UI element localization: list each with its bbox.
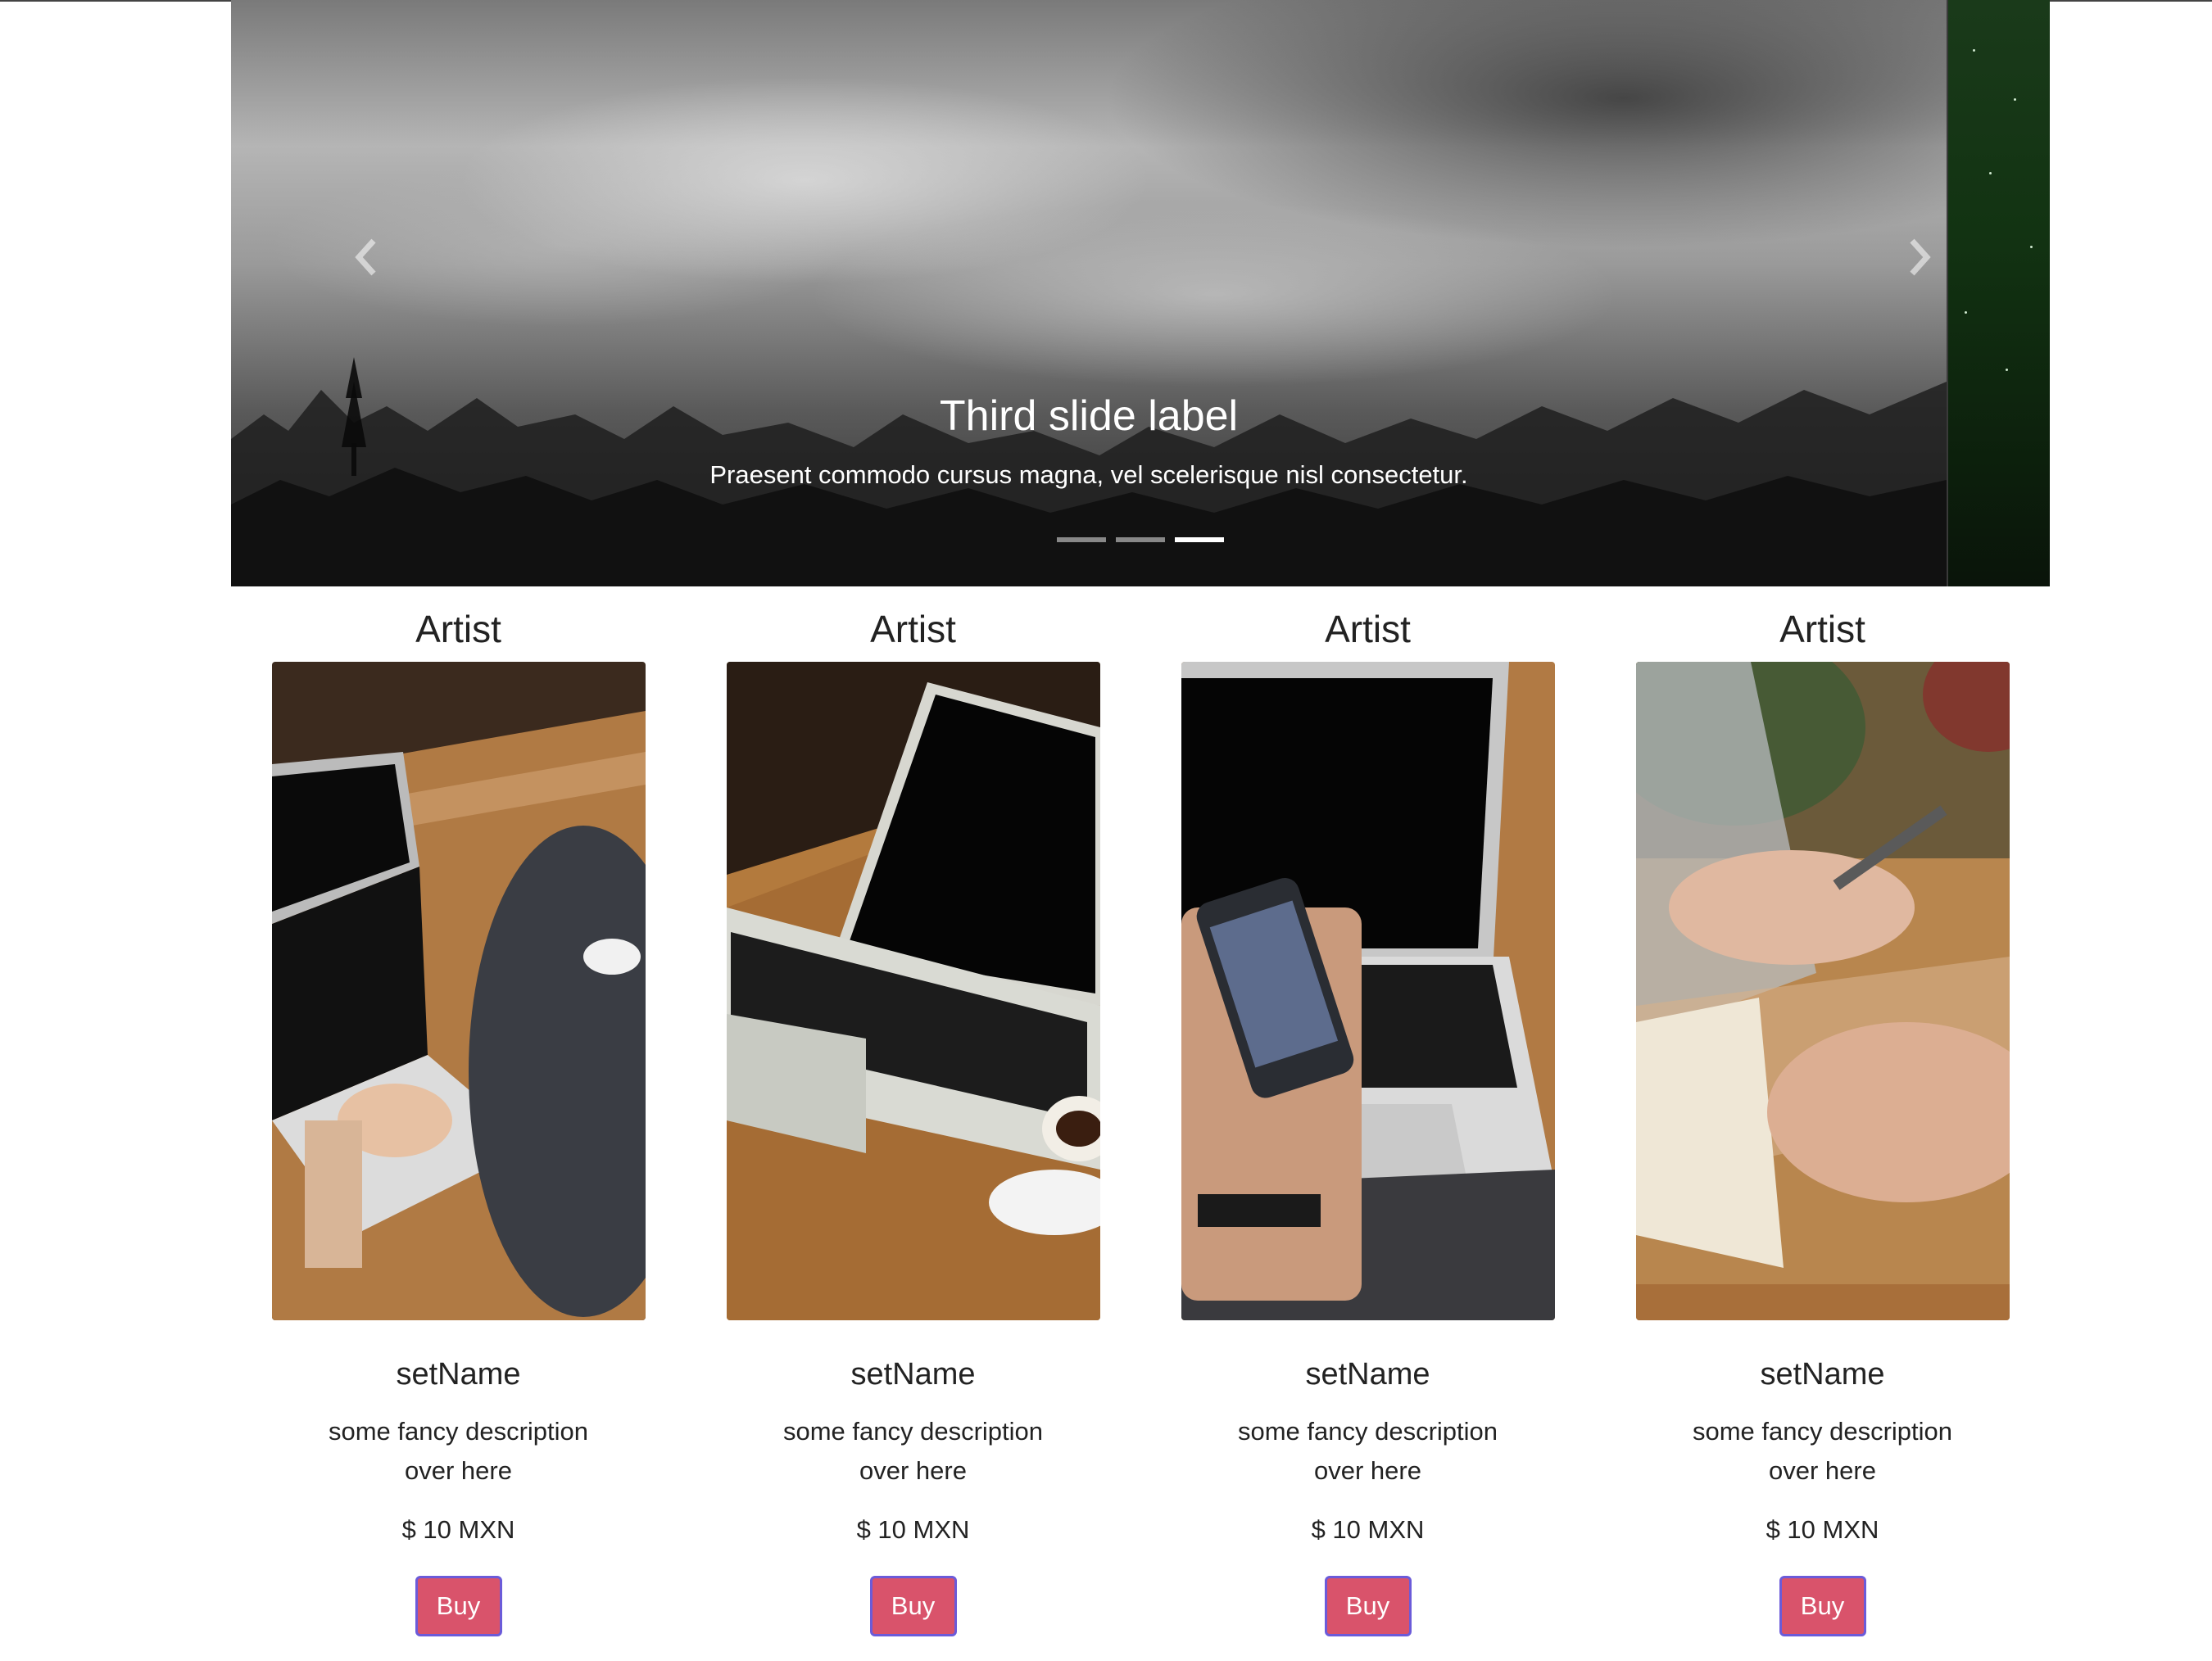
carousel-caption: Third slide label Praesent commodo cursu… (231, 387, 1947, 493)
carousel-slide-active (231, 0, 1947, 586)
hero-carousel[interactable]: Third slide label Praesent commodo cursu… (231, 0, 2050, 586)
product-card: Artist setName some fancy description ov… (1595, 586, 2050, 1636)
product-photo (1635, 662, 2010, 1320)
set-name: setName (1305, 1357, 1430, 1392)
artist-name: Artist (415, 608, 501, 650)
carousel-indicators (1057, 537, 1224, 542)
buy-button[interactable]: Buy (415, 1576, 502, 1636)
carousel-next-slide-peek (1947, 0, 2050, 586)
carousel-indicator-3[interactable] (1175, 537, 1224, 542)
product-description: some fancy description over here (328, 1417, 589, 1485)
product-card: Artist setName some fancy description ov… (1140, 586, 1595, 1636)
set-name: setName (396, 1357, 521, 1392)
carousel-indicator-1[interactable] (1057, 537, 1106, 542)
carousel-caption-text: Praesent commodo cursus magna, vel scele… (709, 460, 1468, 489)
product-card: Artist setName some fancy description ov… (686, 586, 1140, 1636)
product-price: $ 10 MXN (1311, 1515, 1425, 1544)
product-photo (271, 662, 646, 1320)
artist-name: Artist (1779, 608, 1865, 650)
product-description: some fancy description over here (782, 1417, 1044, 1485)
chevron-left-icon (351, 238, 383, 280)
artist-name: Artist (870, 608, 956, 650)
product-price: $ 10 MXN (401, 1515, 515, 1544)
carousel-indicator-2[interactable] (1116, 537, 1165, 542)
product-card: Artist setName some fancy description ov… (231, 586, 686, 1636)
buy-button[interactable]: Buy (869, 1576, 957, 1636)
chevron-right-icon (1902, 238, 1935, 280)
buy-button[interactable]: Buy (1324, 1576, 1412, 1636)
buy-button[interactable]: Buy (1779, 1576, 1866, 1636)
product-photo (726, 662, 1100, 1320)
set-name: setName (1760, 1357, 1885, 1392)
product-price: $ 10 MXN (856, 1515, 970, 1544)
product-grid: Artist setName some fancy description ov… (231, 586, 2050, 1661)
artist-name: Artist (1325, 608, 1411, 650)
carousel-prev-button[interactable] (351, 238, 383, 277)
carousel-caption-title: Third slide label (939, 392, 1239, 440)
product-price: $ 10 MXN (1766, 1515, 1879, 1544)
product-description: some fancy description over here (1692, 1417, 1953, 1485)
set-name: setName (850, 1357, 976, 1392)
product-description: some fancy description over here (1237, 1417, 1498, 1485)
carousel-next-button[interactable] (1902, 238, 1935, 277)
product-photo (1181, 662, 1555, 1320)
